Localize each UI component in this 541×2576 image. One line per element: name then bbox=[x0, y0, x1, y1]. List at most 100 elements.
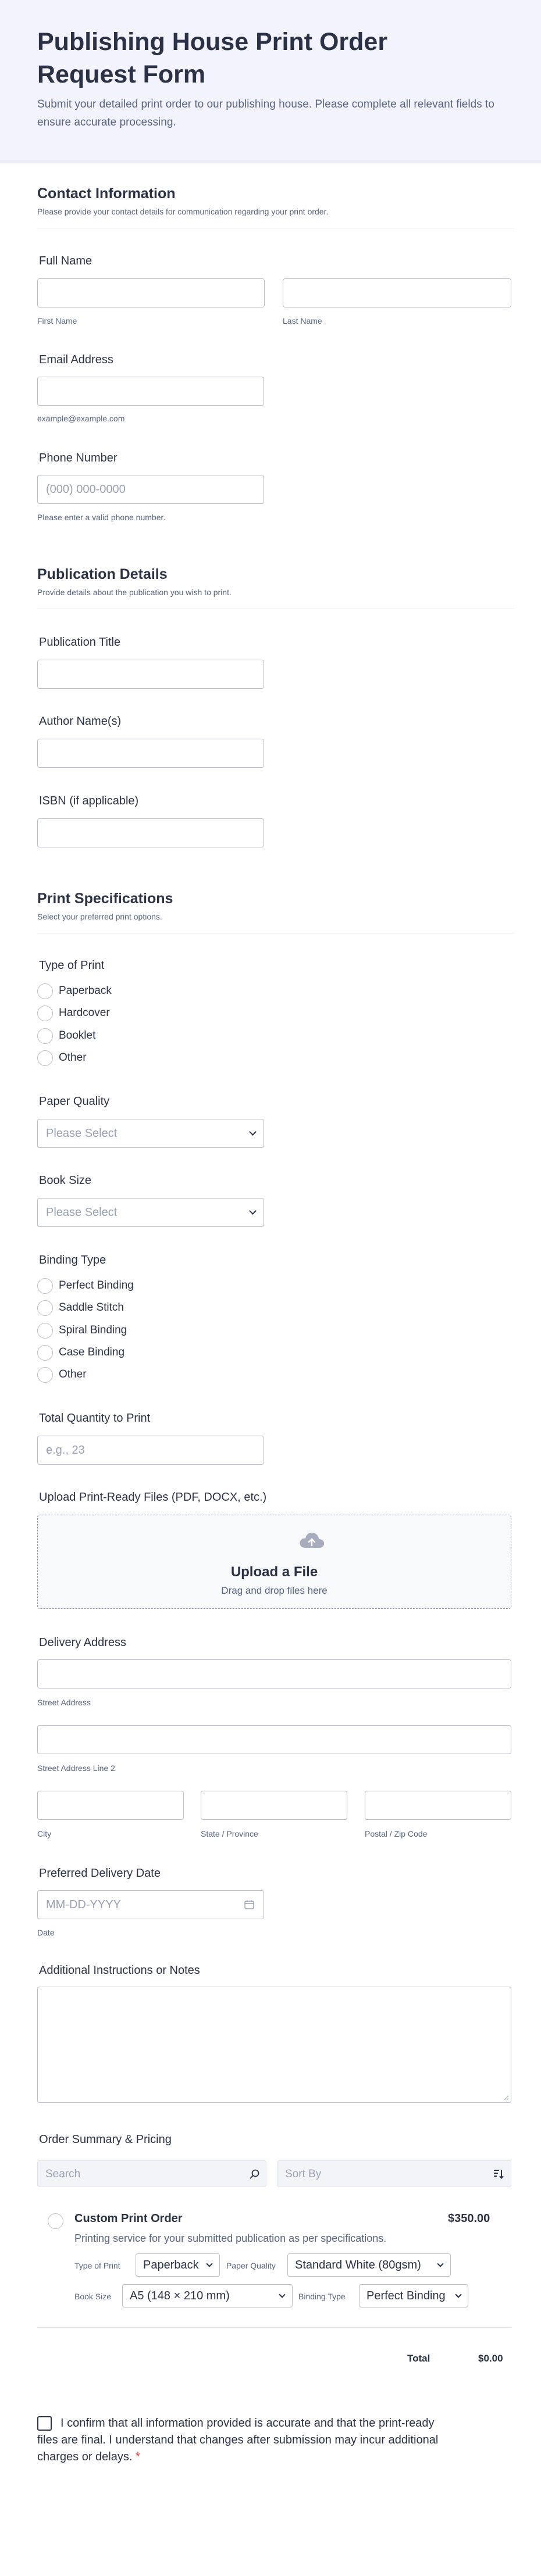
option-binding-select[interactable]: Perfect Binding bbox=[359, 2284, 468, 2307]
city-input[interactable] bbox=[37, 1791, 184, 1820]
calendar-icon[interactable] bbox=[244, 1900, 254, 1909]
street-address-input[interactable] bbox=[37, 1659, 511, 1688]
chevron-down-icon bbox=[249, 1207, 257, 1215]
option-paper-select[interactable]: Standard White (80gsm) bbox=[287, 2253, 451, 2277]
author-input[interactable] bbox=[37, 739, 264, 768]
radio-circle[interactable] bbox=[37, 1366, 53, 1383]
radio-circle[interactable] bbox=[37, 1344, 53, 1361]
street-address-2-input[interactable] bbox=[37, 1725, 511, 1754]
publication-title-input[interactable] bbox=[37, 660, 264, 689]
delivery-date-input[interactable]: MM-DD-YYYY bbox=[37, 1890, 264, 1919]
email-sublabel: example@example.com bbox=[37, 414, 125, 423]
radio-label: Other bbox=[59, 1368, 87, 1380]
option-type-label: Type of Print bbox=[74, 2261, 120, 2270]
option-size-value: A5 (148 × 210 mm) bbox=[130, 2289, 230, 2302]
chevron-down-icon bbox=[437, 2260, 444, 2267]
sort-placeholder: Sort By bbox=[285, 2168, 322, 2180]
street-address-sublabel: Street Address bbox=[37, 1698, 91, 1707]
book-size-select[interactable]: Please Select bbox=[37, 1198, 264, 1227]
radio-circle[interactable] bbox=[37, 1300, 53, 1316]
section-print-header: Print Specifications Select your preferr… bbox=[37, 889, 514, 933]
radio-perfect-binding[interactable]: Perfect Binding bbox=[37, 1277, 134, 1294]
radio-label: Perfect Binding bbox=[59, 1279, 134, 1291]
phone-input[interactable]: (000) 000-0000 bbox=[37, 475, 264, 504]
section-contact-header: Contact Information Please provide your … bbox=[37, 184, 514, 228]
date-sublabel: Date bbox=[37, 1928, 55, 1937]
chevron-down-icon bbox=[455, 2291, 462, 2298]
publication-title-label: Publication Title bbox=[39, 636, 121, 649]
product-select-radio[interactable] bbox=[48, 2213, 63, 2229]
section-title: Contact Information bbox=[37, 185, 176, 202]
section-title: Print Specifications bbox=[37, 890, 173, 907]
consent-label: I confirm that all information provided … bbox=[37, 2415, 456, 2466]
email-input[interactable] bbox=[37, 377, 264, 406]
section-description: Provide details about the publication yo… bbox=[37, 588, 232, 597]
binding-type-label: Binding Type bbox=[39, 1254, 106, 1266]
upload-title: Upload a File bbox=[230, 1564, 318, 1580]
option-type-select[interactable]: Paperback bbox=[136, 2253, 220, 2277]
zip-input[interactable] bbox=[365, 1791, 511, 1820]
select-placeholder: Please Select bbox=[46, 1206, 118, 1219]
select-placeholder: Please Select bbox=[46, 1127, 118, 1140]
sort-by-select[interactable]: Sort By bbox=[277, 2160, 511, 2187]
resize-handle-icon[interactable] bbox=[503, 2095, 509, 2101]
full-name-label: Full Name bbox=[39, 255, 92, 267]
state-sublabel: State / Province bbox=[201, 1829, 258, 1838]
chevron-down-icon bbox=[249, 1128, 257, 1136]
first-name-sublabel: First Name bbox=[37, 316, 77, 325]
option-size-label: Book Size bbox=[74, 2292, 112, 2301]
radio-circle[interactable] bbox=[37, 1005, 53, 1021]
date-placeholder: MM-DD-YYYY bbox=[46, 1898, 121, 1911]
upload-label: Upload Print-Ready Files (PDF, DOCX, etc… bbox=[39, 1491, 267, 1504]
option-paper-label: Paper Quality bbox=[226, 2261, 276, 2270]
radio-paperback[interactable]: Paperback bbox=[37, 982, 112, 1000]
radio-label: Other bbox=[59, 1051, 87, 1064]
last-name-sublabel: Last Name bbox=[283, 316, 322, 325]
page-subtitle: Submit your detailed print order to our … bbox=[37, 98, 494, 128]
isbn-input[interactable] bbox=[37, 818, 264, 847]
phone-label: Phone Number bbox=[39, 452, 118, 464]
total-value: $0.00 bbox=[478, 2353, 503, 2364]
phone-sublabel: Please enter a valid phone number. bbox=[37, 513, 166, 522]
radio-spiral-binding[interactable]: Spiral Binding bbox=[37, 1322, 127, 1339]
paper-quality-select[interactable]: Please Select bbox=[37, 1119, 264, 1148]
radio-label: Hardcover bbox=[59, 1007, 110, 1019]
required-mark: * bbox=[135, 2450, 140, 2463]
product-search-input[interactable]: Search bbox=[37, 2160, 266, 2187]
option-paper-value: Standard White (80gsm) bbox=[295, 2259, 421, 2271]
upload-description: Drag and drop files here bbox=[221, 1585, 328, 1596]
total-label: Total bbox=[407, 2353, 430, 2364]
radio-label: Spiral Binding bbox=[59, 1324, 127, 1336]
product-description: Printing service for your submitted publ… bbox=[74, 2232, 387, 2244]
option-type-value: Paperback bbox=[143, 2259, 199, 2271]
isbn-label: ISBN (if applicable) bbox=[39, 795, 139, 807]
last-name-input[interactable] bbox=[283, 278, 511, 307]
radio-booklet[interactable]: Booklet bbox=[37, 1027, 95, 1044]
cloud-upload-icon bbox=[300, 1532, 325, 1548]
quantity-input[interactable]: e.g., 23 bbox=[37, 1436, 264, 1465]
radio-case-binding[interactable]: Case Binding bbox=[37, 1344, 124, 1361]
notes-textarea[interactable] bbox=[37, 1987, 511, 2103]
radio-circle[interactable] bbox=[37, 983, 53, 999]
notes-label: Additional Instructions or Notes bbox=[39, 1964, 200, 1977]
radio-circle[interactable] bbox=[37, 1050, 53, 1066]
radio-binding-other[interactable]: Other bbox=[37, 1366, 87, 1383]
radio-circle[interactable] bbox=[37, 1322, 53, 1339]
file-upload-dropzone[interactable]: Upload a File Drag and drop files here bbox=[37, 1515, 511, 1609]
radio-saddle-stitch[interactable]: Saddle Stitch bbox=[37, 1299, 124, 1316]
radio-other[interactable]: Other bbox=[37, 1049, 87, 1067]
radio-circle[interactable] bbox=[37, 1278, 53, 1294]
option-binding-label: Binding Type bbox=[298, 2292, 346, 2301]
zip-sublabel: Postal / Zip Code bbox=[365, 1829, 428, 1838]
delivery-address-label: Delivery Address bbox=[39, 1636, 127, 1649]
option-size-select[interactable]: A5 (148 × 210 mm) bbox=[122, 2284, 293, 2307]
state-input[interactable] bbox=[201, 1791, 347, 1820]
city-sublabel: City bbox=[37, 1829, 52, 1838]
radio-circle[interactable] bbox=[37, 1028, 53, 1044]
first-name-input[interactable] bbox=[37, 278, 265, 307]
search-icon bbox=[250, 2169, 259, 2179]
radio-hardcover[interactable]: Hardcover bbox=[37, 1004, 110, 1022]
chevron-down-icon bbox=[279, 2291, 286, 2298]
option-binding-value: Perfect Binding bbox=[366, 2289, 446, 2302]
radio-label: Case Binding bbox=[59, 1346, 125, 1358]
